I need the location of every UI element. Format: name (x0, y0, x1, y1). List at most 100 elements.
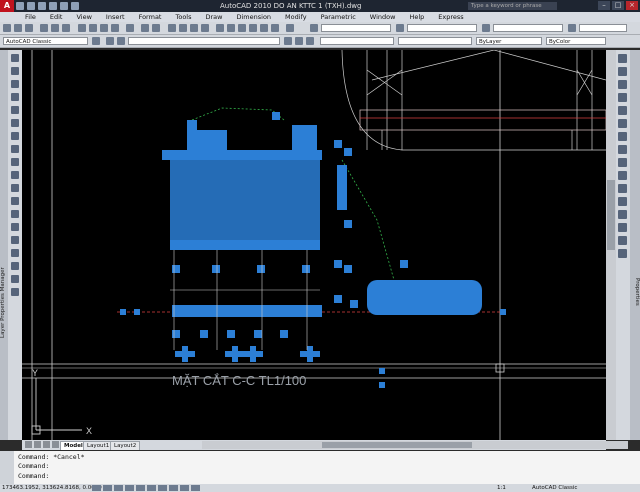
scale-icon[interactable] (618, 145, 627, 154)
zoom-realtime-icon[interactable] (179, 24, 187, 32)
polar-tracking-icon[interactable] (125, 485, 134, 491)
copy-icon[interactable] (89, 24, 97, 32)
ortho-mode-icon[interactable] (114, 485, 123, 491)
command-input[interactable]: Command: (18, 472, 49, 480)
last-tab-arrow-icon[interactable] (52, 441, 59, 448)
table-style-icon[interactable] (482, 24, 490, 32)
section-title[interactable]: MẶT CẮT C-C TL1/100 (172, 373, 306, 388)
linetype-control-combo[interactable] (398, 37, 472, 45)
point-icon[interactable] (11, 223, 19, 231)
vertical-scrollbar[interactable] (606, 50, 616, 440)
menu-insert[interactable]: Insert (99, 13, 132, 21)
object-snap-icon[interactable] (136, 485, 145, 491)
move-icon[interactable] (618, 119, 627, 128)
circle-icon[interactable] (11, 132, 19, 140)
menu-format[interactable]: Format (132, 13, 169, 21)
make-current-icon[interactable] (284, 37, 292, 45)
snap-mode-icon[interactable] (92, 485, 101, 491)
dim-style-icon[interactable] (396, 24, 404, 32)
lineweight-control-combo[interactable]: ByLayer (476, 37, 542, 45)
gradient-icon[interactable] (11, 249, 19, 257)
pan-icon[interactable] (168, 24, 176, 32)
quick-properties-icon[interactable] (191, 485, 200, 491)
layer-combo[interactable] (128, 37, 280, 45)
chamfer-icon[interactable] (618, 223, 627, 232)
layer-state-icon[interactable] (117, 37, 125, 45)
arc-icon[interactable] (11, 119, 19, 127)
insert-block-icon[interactable] (11, 197, 19, 205)
help-search-input[interactable]: Type a keyword or phrase (468, 2, 557, 10)
command-window[interactable]: Command: *Cancel* Command: Command: (0, 451, 640, 484)
mleader-style-icon[interactable] (568, 24, 576, 32)
array-icon[interactable] (618, 106, 627, 115)
dim-style-combo[interactable] (407, 24, 477, 32)
design-center-icon[interactable] (227, 24, 235, 32)
menu-express[interactable]: Express (431, 13, 470, 21)
rectangle-icon[interactable] (11, 106, 19, 114)
color-control-combo[interactable] (320, 37, 394, 45)
calculator-icon[interactable] (271, 24, 279, 32)
qnew-icon[interactable] (3, 24, 11, 32)
zoom-previous-icon[interactable] (201, 24, 209, 32)
first-tab-arrow-icon[interactable] (25, 441, 32, 448)
sheet-set-icon[interactable] (249, 24, 257, 32)
workspace-settings-icon[interactable] (92, 37, 100, 45)
properties-icon[interactable] (216, 24, 224, 32)
layer-manager-icon[interactable] (106, 37, 114, 45)
menu-parametric[interactable]: Parametric (314, 13, 363, 21)
publish-icon[interactable] (62, 24, 70, 32)
maximize-button[interactable]: □ (612, 1, 624, 10)
region-icon[interactable] (11, 262, 19, 270)
lineweight-icon[interactable] (180, 485, 189, 491)
horizontal-scroll-thumb[interactable] (322, 442, 472, 448)
menu-help[interactable]: Help (402, 13, 431, 21)
cut-icon[interactable] (78, 24, 86, 32)
save-icon[interactable] (38, 2, 46, 10)
undo-tb-icon[interactable] (141, 24, 149, 32)
copy-object-icon[interactable] (618, 67, 627, 76)
mirror-icon[interactable] (618, 80, 627, 89)
dynamic-ucs-icon[interactable] (158, 485, 167, 491)
mtext-icon[interactable] (11, 288, 19, 296)
stretch-icon[interactable] (618, 158, 627, 167)
ellipse-arc-icon[interactable] (11, 184, 19, 192)
mleader-style-combo[interactable] (579, 24, 627, 32)
open-file-icon[interactable] (14, 24, 22, 32)
style-text-icon[interactable] (310, 24, 318, 32)
undo-icon[interactable] (49, 2, 57, 10)
save-file-icon[interactable] (25, 24, 33, 32)
redo-icon[interactable] (60, 2, 68, 10)
polygon-icon[interactable] (11, 93, 19, 101)
match-properties-icon[interactable] (111, 24, 119, 32)
menu-window[interactable]: Window (363, 13, 403, 21)
erase-icon[interactable] (618, 54, 627, 63)
plot-icon[interactable] (71, 2, 79, 10)
horizontal-scrollbar[interactable] (202, 441, 628, 449)
tool-palettes-icon[interactable] (238, 24, 246, 32)
zoom-window-icon[interactable] (190, 24, 198, 32)
extend-icon[interactable] (618, 184, 627, 193)
menu-draw[interactable]: Draw (199, 13, 230, 21)
dynamic-input-icon[interactable] (169, 485, 178, 491)
layer-properties-palette[interactable]: Layer Properties Manager (0, 50, 8, 440)
ellipse-icon[interactable] (11, 171, 19, 179)
trim-icon[interactable] (618, 171, 627, 180)
menu-view[interactable]: View (69, 13, 98, 21)
table-style-combo[interactable] (493, 24, 563, 32)
table-icon[interactable] (11, 275, 19, 283)
layer-previous-icon[interactable] (295, 37, 303, 45)
help-icon[interactable] (286, 24, 294, 32)
fillet-icon[interactable] (618, 236, 627, 245)
vertical-scroll-thumb[interactable] (607, 180, 615, 250)
hatch-icon[interactable] (11, 236, 19, 244)
block-editor-icon[interactable] (126, 24, 134, 32)
object-snap-tracking-icon[interactable] (147, 485, 156, 491)
properties-palette[interactable]: Properties (630, 50, 640, 440)
workspace-combo[interactable]: AutoCAD Classic (3, 37, 88, 45)
spline-icon[interactable] (11, 158, 19, 166)
prev-tab-arrow-icon[interactable] (34, 441, 41, 448)
menu-edit[interactable]: Edit (43, 13, 70, 21)
menu-modify[interactable]: Modify (278, 13, 314, 21)
line-icon[interactable] (11, 54, 19, 62)
offset-icon[interactable] (618, 93, 627, 102)
